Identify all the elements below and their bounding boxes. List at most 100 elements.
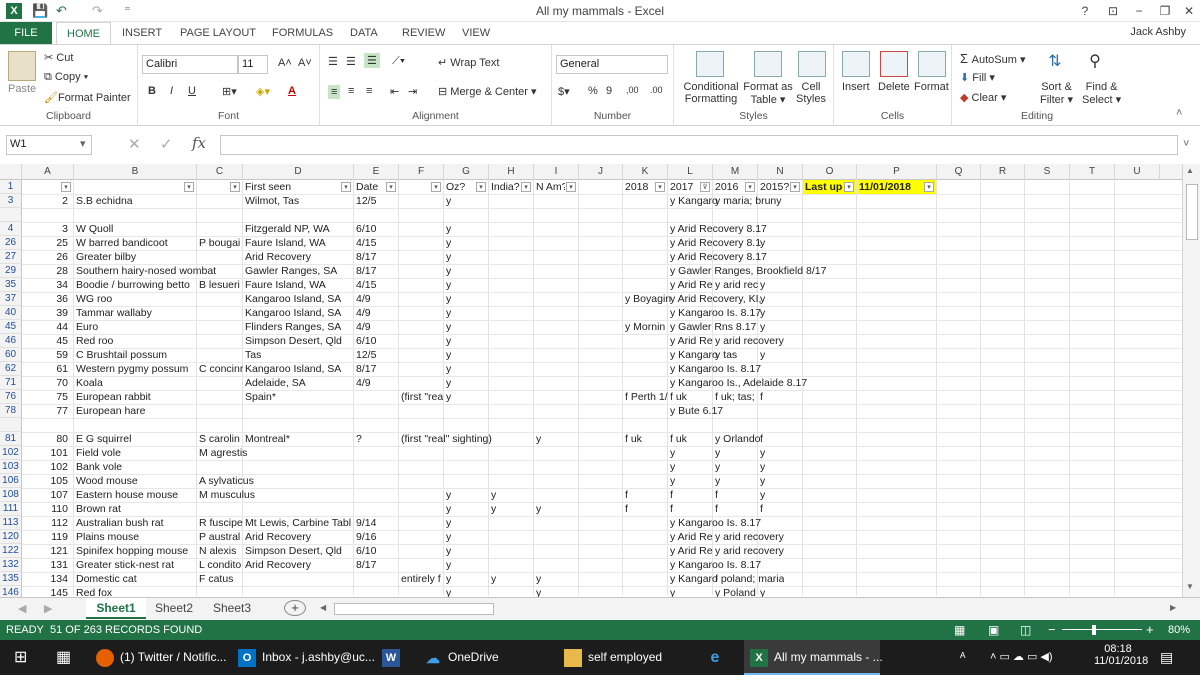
cut-button[interactable]: ✂ Cut	[44, 51, 73, 64]
scroll-left-icon[interactable]: ◀	[320, 603, 326, 612]
row-header[interactable]: 26	[0, 236, 22, 250]
cell-n[interactable]: f	[758, 390, 763, 404]
font-name-combo[interactable]: Calibri	[142, 55, 238, 74]
cell-d[interactable]: Montreal*	[243, 432, 290, 446]
cell-n[interactable]: y	[758, 278, 765, 292]
cell-m[interactable]: y arid recovery	[713, 334, 784, 348]
format-cells-icon[interactable]	[918, 51, 946, 77]
page-layout-view-icon[interactable]: ▣	[988, 620, 999, 640]
cell-e[interactable]: 6/10	[354, 334, 376, 348]
page-break-view-icon[interactable]: ◫	[1020, 620, 1031, 640]
add-sheet-button[interactable]: +	[284, 600, 306, 616]
cell-m[interactable]: y	[713, 446, 720, 460]
column-header-m[interactable]: M	[713, 164, 758, 180]
fill-color-icon[interactable]: ◈▾	[256, 85, 270, 98]
increase-indent-icon[interactable]: ⇥	[408, 85, 417, 98]
header-cell-e[interactable]: Date ▾	[354, 180, 398, 194]
cell-e[interactable]: 8/17	[354, 264, 376, 278]
cell-m[interactable]: y arid rec	[713, 278, 758, 292]
row-header[interactable]: 111	[0, 502, 22, 516]
column-header-r[interactable]: R	[981, 164, 1025, 180]
horizontal-scroll-thumb[interactable]	[334, 603, 494, 615]
cancel-icon[interactable]: ✕	[128, 135, 141, 153]
orientation-icon[interactable]: ⟋▾	[392, 55, 405, 68]
cell-l[interactable]: y Arid Recovery 8.17	[668, 250, 767, 264]
cell-d[interactable]: Flinders Ranges, SA	[243, 320, 341, 334]
cell-b[interactable]: Southern hairy-nosed wombat	[74, 264, 216, 278]
people-icon[interactable]: ᴬ	[960, 640, 965, 675]
zoom-level[interactable]: 80%	[1168, 620, 1190, 640]
row-header[interactable]: 35	[0, 278, 22, 292]
cell-f[interactable]: (first "rea	[399, 390, 443, 404]
cell-b[interactable]: Spinifex hopping mouse	[74, 544, 188, 558]
cell-g[interactable]: y	[444, 376, 451, 390]
header-cell-o[interactable]: Last upda▾	[803, 180, 856, 194]
header-cell-d[interactable]: First seen ▾	[243, 180, 353, 194]
help-button[interactable]: ?	[1072, 2, 1098, 20]
cell-c[interactable]: P bougai	[197, 236, 240, 250]
tab-review[interactable]: REVIEW	[392, 22, 455, 44]
zoom-slider-thumb[interactable]	[1092, 625, 1096, 635]
cell-e[interactable]: 8/17	[354, 558, 376, 572]
cell-a[interactable]: 131	[22, 558, 70, 572]
cell-n[interactable]: f	[758, 432, 763, 446]
cell-b[interactable]: S.B echidna	[74, 194, 133, 208]
system-tray-icons[interactable]: ˄ ▭ ☁ ▭ ◀)	[990, 640, 1053, 675]
cell-e[interactable]: 6/10	[354, 544, 376, 558]
cell-b[interactable]: Brown rat	[74, 502, 121, 516]
format-painter-button[interactable]: 🖌Format Painter	[44, 91, 131, 104]
vertical-scroll-thumb[interactable]	[1186, 184, 1198, 240]
cell-a[interactable]: 44	[22, 320, 70, 334]
cell-g[interactable]: y	[444, 292, 451, 306]
binoculars-icon[interactable]: ⚲	[1084, 51, 1106, 75]
cell-d[interactable]: Kangaroo Island, SA	[243, 362, 341, 376]
taskbar-item-ie[interactable]: e	[706, 640, 730, 675]
cell-b[interactable]: W barred bandicoot	[74, 236, 168, 250]
filter-dropdown-icon[interactable]: ▾	[386, 182, 396, 192]
tab-data[interactable]: DATA	[340, 22, 388, 44]
cell-d[interactable]: Simpson Desert, Qld	[243, 544, 342, 558]
cell-styles-button[interactable]: Cell Styles	[792, 81, 830, 105]
cell-n[interactable]: y	[758, 306, 765, 320]
cell-k[interactable]: f	[623, 502, 628, 516]
cell-d[interactable]: Mt Lewis, Carbine Tabl	[243, 516, 351, 530]
cell-l[interactable]: y Arid Re	[668, 530, 713, 544]
cell-a[interactable]: 101	[22, 446, 70, 460]
merge-center-button[interactable]: ⊟ Merge & Center ▾	[438, 85, 537, 98]
copy-button[interactable]: ⧉ Copy ▾	[44, 71, 88, 84]
filter-dropdown-icon[interactable]: ▾	[230, 182, 240, 192]
cell-b[interactable]: Eastern house mouse	[74, 488, 178, 502]
row-header[interactable]: 81	[0, 432, 22, 446]
format-as-table-icon[interactable]	[754, 51, 782, 77]
row-header[interactable]: 71	[0, 376, 22, 390]
currency-button[interactable]: $▾	[558, 85, 570, 98]
cell-b[interactable]: E G squirrel	[74, 432, 131, 446]
header-cell-b[interactable]: ▾	[74, 180, 196, 194]
cell-a[interactable]: 112	[22, 516, 70, 530]
delete-button[interactable]: Delete	[878, 81, 910, 93]
column-header-u[interactable]: U	[1115, 164, 1160, 180]
row-header[interactable]: 62	[0, 362, 22, 376]
cell-l[interactable]: f	[668, 488, 673, 502]
column-header-b[interactable]: B	[74, 164, 197, 180]
cell-b[interactable]: Western pygmy possum	[74, 362, 188, 376]
row-header[interactable]: 29	[0, 264, 22, 278]
cell-d[interactable]: Kangaroo Island, SA	[243, 306, 341, 320]
column-header-k[interactable]: K	[623, 164, 668, 180]
row-header[interactable]: 46	[0, 334, 22, 348]
filter-dropdown-icon[interactable]: ▾	[431, 182, 441, 192]
row-header[interactable]: 103	[0, 460, 22, 474]
decrease-decimal-button[interactable]: .00	[650, 85, 663, 95]
increase-decimal-button[interactable]: ,00	[626, 85, 639, 95]
cell-b[interactable]: Wood mouse	[74, 474, 138, 488]
ribbon-display-icon[interactable]: ⊡	[1100, 2, 1126, 20]
worksheet-grid[interactable]: 1 ▾ ▾ ▾ First seen ▾ Date ▾ ▾ Oz? ▾ India? ▾ N Am? ▾ 20…	[0, 180, 1182, 601]
cell-b[interactable]: Plains mouse	[74, 530, 139, 544]
header-cell-h[interactable]: India? ▾	[489, 180, 533, 194]
cell-a[interactable]: 59	[22, 348, 70, 362]
insert-function-button[interactable]: fx	[192, 134, 206, 152]
cell-m[interactable]: f poland; maria	[713, 572, 784, 586]
cell-d[interactable]: Arid Recovery	[243, 530, 311, 544]
cell-g[interactable]: y	[444, 278, 451, 292]
cell-i[interactable]: y	[534, 502, 541, 516]
